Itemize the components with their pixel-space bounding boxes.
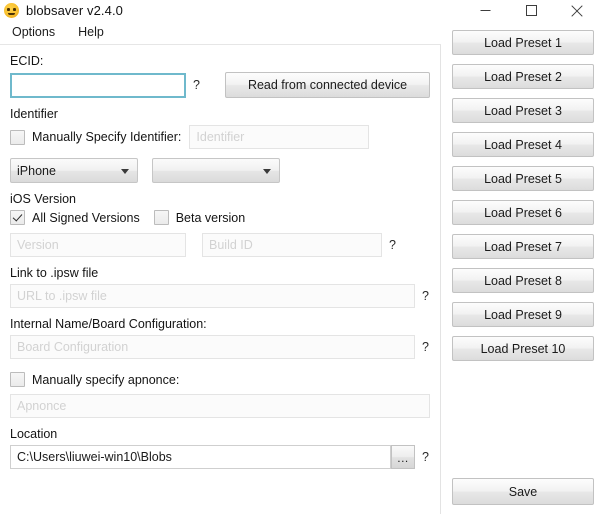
board-config-label: Internal Name/Board Configuration: [10,317,430,332]
ecid-help-icon[interactable]: ? [193,78,201,92]
build-id-input[interactable] [202,233,382,257]
maximize-button[interactable] [508,0,554,21]
load-preset-6-button[interactable]: Load Preset 6 [452,200,594,225]
title-bar: blobsaver v2.4.0 [0,0,600,20]
menu-bar: Options Help [0,21,440,44]
load-preset-7-button[interactable]: Load Preset 7 [452,234,594,259]
browse-location-button[interactable]: ... [391,445,415,469]
ecid-input[interactable] [10,73,186,98]
ios-version-checkbox-row: All Signed Versions Beta version [10,210,430,225]
face-icon [4,3,19,18]
all-signed-versions-checkbox[interactable] [10,210,25,225]
close-icon [571,5,583,17]
apnonce-input[interactable] [10,394,430,418]
load-preset-2-button[interactable]: Load Preset 2 [452,64,594,89]
manually-specify-identifier-label: Manually Specify Identifier: [32,130,181,144]
menu-item-options[interactable]: Options [10,23,64,42]
load-preset-10-button[interactable]: Load Preset 10 [452,336,594,361]
load-preset-3-button[interactable]: Load Preset 3 [452,98,594,123]
location-label: Location [10,427,430,442]
version-input[interactable] [10,233,186,257]
board-config-input[interactable] [10,335,415,359]
form-panel: ECID: ? Read from connected device Ident… [0,44,441,514]
manually-specify-apnonce-checkbox[interactable] [10,372,25,387]
beta-version-label: Beta version [176,211,245,225]
ipsw-row: ? [10,284,430,308]
load-preset-1-button[interactable]: Load Preset 1 [452,30,594,55]
location-help-icon[interactable]: ? [422,450,430,464]
ecid-row: ? Read from connected device [10,72,430,98]
identifier-input[interactable] [189,125,369,149]
read-from-device-button[interactable]: Read from connected device [225,72,430,98]
ipsw-url-input[interactable] [10,284,415,308]
apnonce-checkbox-row: Manually specify apnonce: [10,372,430,387]
close-button[interactable] [554,0,600,21]
save-button[interactable]: Save [452,478,594,505]
presets-panel: Load Preset 1 Load Preset 2 Load Preset … [442,21,600,514]
minimize-button[interactable] [462,0,508,21]
minimize-icon [480,5,491,16]
board-config-row: ? [10,335,430,359]
window-title: blobsaver v2.4.0 [26,3,123,18]
location-input[interactable] [10,445,391,469]
board-config-help-icon[interactable]: ? [422,340,430,354]
all-signed-versions-label: All Signed Versions [32,211,140,225]
version-build-row: ? [10,233,430,257]
load-preset-4-button[interactable]: Load Preset 4 [452,132,594,157]
identifier-checkbox-row: Manually Specify Identifier: [10,125,430,149]
ios-version-label: iOS Version [10,192,430,207]
device-selectors-row: iPhone [10,158,430,183]
location-row: ... ? [10,445,430,469]
face-mouth [8,13,15,15]
ipsw-help-icon[interactable]: ? [422,289,430,303]
load-preset-5-button[interactable]: Load Preset 5 [452,166,594,191]
application-window: blobsaver v2.4.0 Options Help [0,0,600,514]
load-preset-9-button[interactable]: Load Preset 9 [452,302,594,327]
ecid-label: ECID: [10,54,430,69]
ios-version-help-icon[interactable]: ? [389,238,397,252]
apnonce-row [10,394,430,418]
device-type-select[interactable]: iPhone [10,158,138,183]
chevron-down-icon [263,169,271,174]
device-model-select[interactable] [152,158,280,183]
chevron-down-icon [121,169,129,174]
identifier-label: Identifier [10,107,430,122]
manually-specify-identifier-checkbox[interactable] [10,130,25,145]
ipsw-label: Link to .ipsw file [10,266,430,281]
device-type-value: iPhone [17,164,56,178]
menu-item-help[interactable]: Help [76,23,113,42]
window-controls [462,0,600,21]
manually-specify-apnonce-label: Manually specify apnonce: [32,373,179,387]
maximize-icon [526,5,537,16]
beta-version-checkbox[interactable] [154,210,169,225]
load-preset-8-button[interactable]: Load Preset 8 [452,268,594,293]
